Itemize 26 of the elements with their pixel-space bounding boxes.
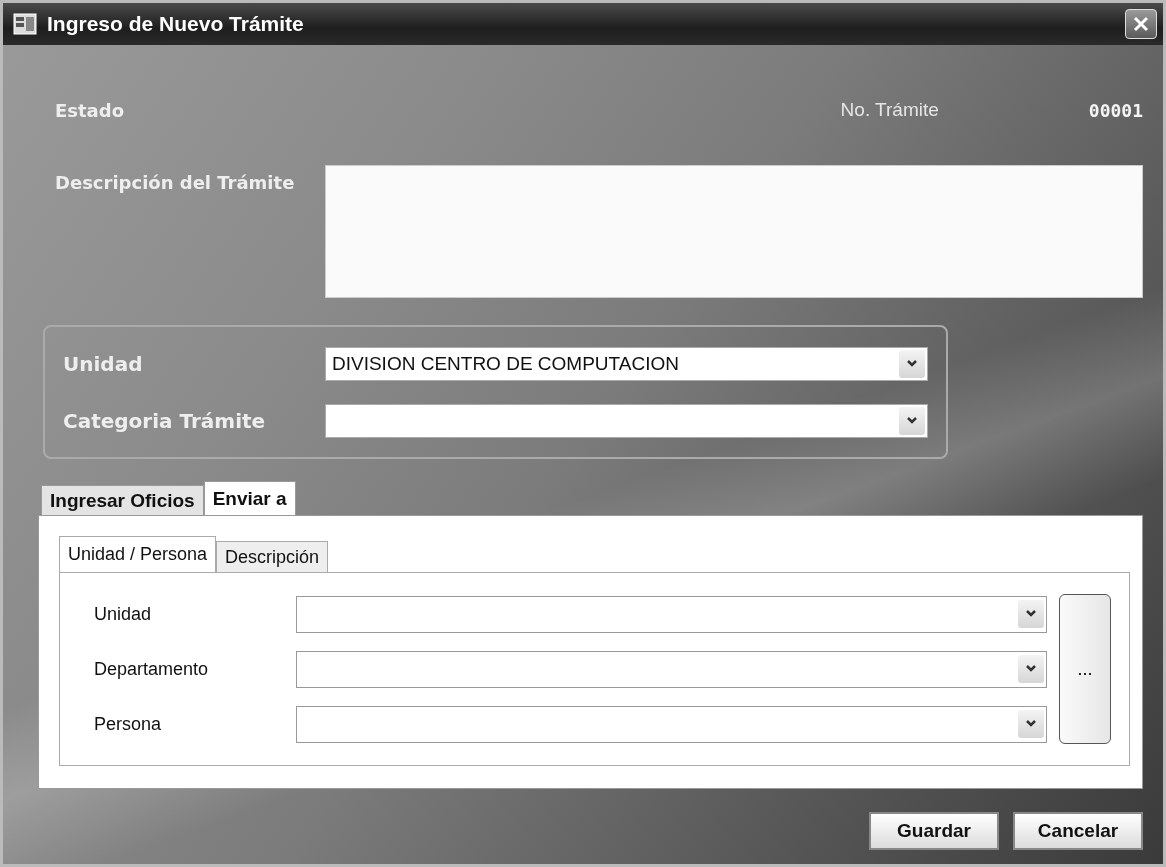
tab[interactable]: Ingresar Oficios: [41, 485, 204, 515]
dropdown-field[interactable]: [296, 595, 1047, 633]
form-icon: [13, 13, 37, 35]
dropdown-field[interactable]: [325, 403, 928, 438]
dropdown-field[interactable]: [296, 650, 1047, 688]
dropdown-field[interactable]: [296, 705, 1047, 743]
status-label: Estado: [55, 99, 124, 121]
browse-button[interactable]: ...: [1059, 594, 1111, 744]
field-label: Departamento: [94, 658, 210, 680]
field-label: Categoria Trámite: [63, 408, 267, 433]
number-value: 00001: [1088, 99, 1143, 121]
tab[interactable]: Unidad / Persona: [59, 536, 217, 572]
description-label: Descripción del Trámite: [55, 171, 296, 195]
dropdown-field[interactable]: DIVISION CENTRO DE COMPUTACION: [325, 346, 928, 381]
tab[interactable]: Enviar a: [203, 481, 296, 515]
field-label: Unidad: [94, 603, 153, 625]
description-field[interactable]: [325, 165, 1143, 298]
close-icon: [1132, 15, 1150, 33]
tab[interactable]: Descripción: [216, 541, 329, 572]
field-label: Persona: [94, 713, 163, 735]
close-button[interactable]: [1125, 9, 1157, 39]
field-label: Unidad: [63, 351, 144, 376]
window-title: Ingreso de Nuevo Trámite: [47, 12, 305, 36]
cancel-button[interactable]: Cancelar: [1013, 812, 1143, 850]
save-button[interactable]: Guardar: [869, 812, 999, 850]
number-label: No. Trámite: [840, 99, 939, 121]
